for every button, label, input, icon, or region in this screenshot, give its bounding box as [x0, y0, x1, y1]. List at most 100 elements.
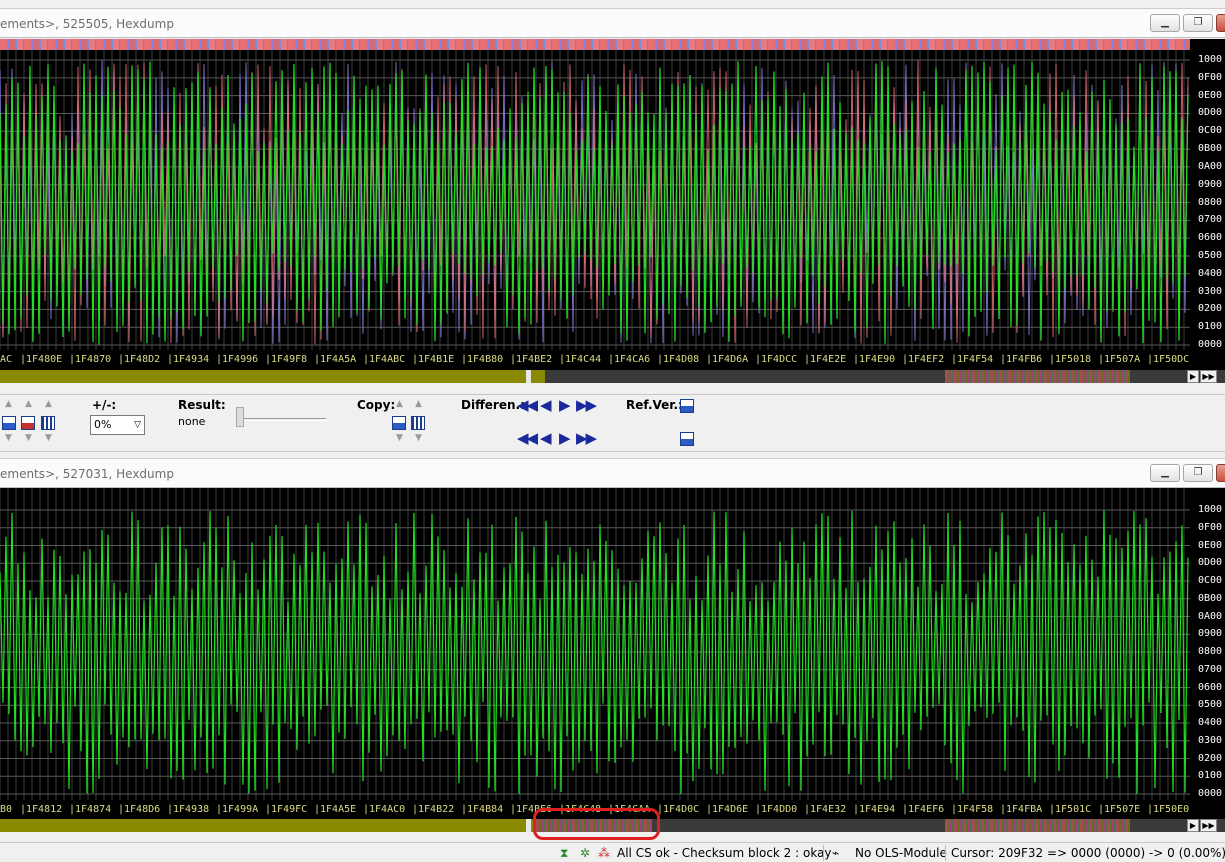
plusminus-value: 0%: [94, 418, 112, 431]
first-difference-icon[interactable]: ◀◀: [517, 396, 538, 414]
x-tick-label: |1F507E: [1098, 804, 1141, 815]
x-tick-label: |1F50DC: [1147, 354, 1190, 365]
top-maximize-button[interactable]: ❐: [1183, 14, 1213, 32]
table-icon[interactable]: [41, 416, 55, 430]
x-tick-label: |1F4EF2: [902, 354, 945, 365]
y-tick-label: 0300: [1198, 734, 1223, 746]
y-tick-label: 0C00: [1198, 125, 1223, 137]
window-icon[interactable]: [2, 416, 16, 430]
x-tick-label: |1F4EF6: [902, 804, 945, 815]
x-tick-label: |1F4BE2: [510, 354, 553, 365]
x-tick-label: |1F4B22: [412, 804, 455, 815]
down-arrow-icon[interactable]: ▼: [45, 433, 52, 443]
bottom-window-titlebar: ements>, 527031, Hexdump ▁ ❐: [0, 458, 1225, 488]
window-red-icon[interactable]: [21, 416, 35, 430]
x-tick-label: |1F4938: [167, 804, 210, 815]
refver-label: Ref.Ver.:: [626, 398, 683, 412]
top-scrollbar[interactable]: ▶ ▶▶: [0, 370, 1225, 383]
x-tick-label: |1F4B84: [461, 804, 504, 815]
top-diff-band: [945, 370, 1130, 383]
bottom-scroll-thumb[interactable]: [526, 819, 531, 832]
y-tick-label: 0E00: [1198, 539, 1223, 551]
x-tick-label: |1F499A: [216, 804, 259, 815]
top-hexdump-graph[interactable]: [0, 50, 1190, 350]
x-tick-label: |1F4E94: [853, 804, 896, 815]
x-tick-label: |1F50E0: [1147, 804, 1190, 815]
x-tick-label: |1F4E32: [804, 804, 847, 815]
result-slider[interactable]: [236, 403, 326, 433]
refver-window-icon[interactable]: [680, 399, 694, 413]
next-difference-icon[interactable]: ▶: [559, 396, 570, 414]
up-arrow-icon[interactable]: ▲: [415, 399, 422, 409]
down-arrow-icon[interactable]: ▼: [396, 433, 403, 443]
x-tick-label: |1F4D0C: [657, 804, 700, 815]
y-tick-label: 0300: [1198, 285, 1223, 297]
x-tick-label: |1F480E: [20, 354, 63, 365]
top-close-button[interactable]: [1216, 14, 1225, 32]
up-arrow-icon[interactable]: ▲: [25, 399, 32, 409]
copy-window-icon[interactable]: [392, 416, 406, 430]
x-tick-label: |1F4CA6: [608, 354, 651, 365]
y-tick-label: 0100: [1198, 770, 1223, 782]
slider-knob[interactable]: [236, 407, 244, 427]
differences-label: Differen.:: [461, 398, 525, 412]
top-minimize-button[interactable]: ▁: [1150, 14, 1180, 32]
x-tick-label: |1F4996: [216, 354, 259, 365]
y-tick-label: 0D00: [1198, 557, 1223, 569]
x-tick-label: |1F48D6: [118, 804, 161, 815]
up-arrow-icon[interactable]: ▲: [5, 399, 12, 409]
up-arrow-icon[interactable]: ▲: [45, 399, 52, 409]
y-tick-label: 0F00: [1198, 71, 1223, 83]
status-bar: ⧗ ✲ ⁂ All CS ok - Checksum block 2 : oka…: [0, 842, 1225, 862]
hourglass-icon: ⧗: [560, 846, 569, 860]
y-tick-label: 0700: [1198, 663, 1223, 675]
y-tick-label: 0200: [1198, 303, 1223, 315]
up-arrow-icon[interactable]: ▲: [396, 399, 403, 409]
x-tick-label: |1F501C: [1049, 804, 1092, 815]
prev-difference-icon[interactable]: ◀: [540, 429, 551, 447]
down-arrow-icon[interactable]: ▼: [5, 433, 12, 443]
prev-difference-icon[interactable]: ◀: [540, 396, 551, 414]
top-scroll-right-icon[interactable]: ▶: [1187, 370, 1199, 383]
x-tick-label: |1F4C44: [559, 354, 602, 365]
bottom-maximize-button[interactable]: ❐: [1183, 464, 1213, 482]
x-tick-label: |1F4DCC: [755, 354, 798, 365]
next-difference-icon[interactable]: ▶: [559, 429, 570, 447]
x-tick-label: |1F4E2E: [804, 354, 847, 365]
first-difference-icon[interactable]: ◀◀: [517, 429, 538, 447]
top-scroll-end-icon[interactable]: ▶▶: [1200, 370, 1217, 383]
y-tick-label: 0F00: [1198, 521, 1223, 533]
copy-table-icon[interactable]: [411, 416, 425, 430]
y-tick-label: 1000: [1198, 504, 1223, 515]
x-tick-label: |1F4B80: [461, 354, 504, 365]
bottom-scroll-track: [0, 819, 545, 832]
top-scroll-thumb[interactable]: [526, 370, 531, 383]
x-tick-label: |1F4B1E: [412, 354, 455, 365]
last-difference-icon[interactable]: ▶▶: [576, 429, 597, 447]
bottom-hexdump-graph[interactable]: [0, 488, 1190, 800]
top-x-axis: AC |1F480E |1F4870 |1F48D2 |1F4934 |1F4996 |1F…: [0, 350, 1225, 370]
x-tick-label: |1F4F58: [951, 804, 994, 815]
top-window-titlebar: ements>, 525505, Hexdump ▁ ❐: [0, 8, 1225, 38]
status-cursor: Cursor: 209F32 => 0000 (0000) -> 0 (0.00…: [951, 846, 1225, 860]
status-divider: [823, 845, 824, 861]
y-tick-label: 0500: [1198, 699, 1223, 711]
top-graph-svg: [0, 50, 1190, 350]
x-tick-label: |1F4E90: [853, 354, 896, 365]
last-difference-icon[interactable]: ▶▶: [576, 396, 597, 414]
refver-window-icon[interactable]: [680, 432, 694, 446]
result-value: none: [178, 415, 206, 428]
y-tick-label: 0600: [1198, 232, 1223, 244]
bottom-scroll-right-icon[interactable]: ▶: [1187, 819, 1199, 832]
down-arrow-icon[interactable]: ▼: [415, 433, 422, 443]
x-tick-label: |1F4D6A: [706, 354, 749, 365]
bottom-diff-band: [945, 819, 1130, 832]
bottom-minimize-button[interactable]: ▁: [1150, 464, 1180, 482]
bottom-close-button[interactable]: [1216, 464, 1225, 482]
y-tick-label: 0100: [1198, 321, 1223, 333]
y-tick-label: 0A00: [1198, 610, 1223, 622]
bottom-scroll-end-icon[interactable]: ▶▶: [1200, 819, 1217, 832]
bottom-window-title: ements>, 527031, Hexdump: [0, 467, 174, 481]
plusminus-select[interactable]: 0% ▽: [90, 415, 145, 435]
down-arrow-icon[interactable]: ▼: [25, 433, 32, 443]
